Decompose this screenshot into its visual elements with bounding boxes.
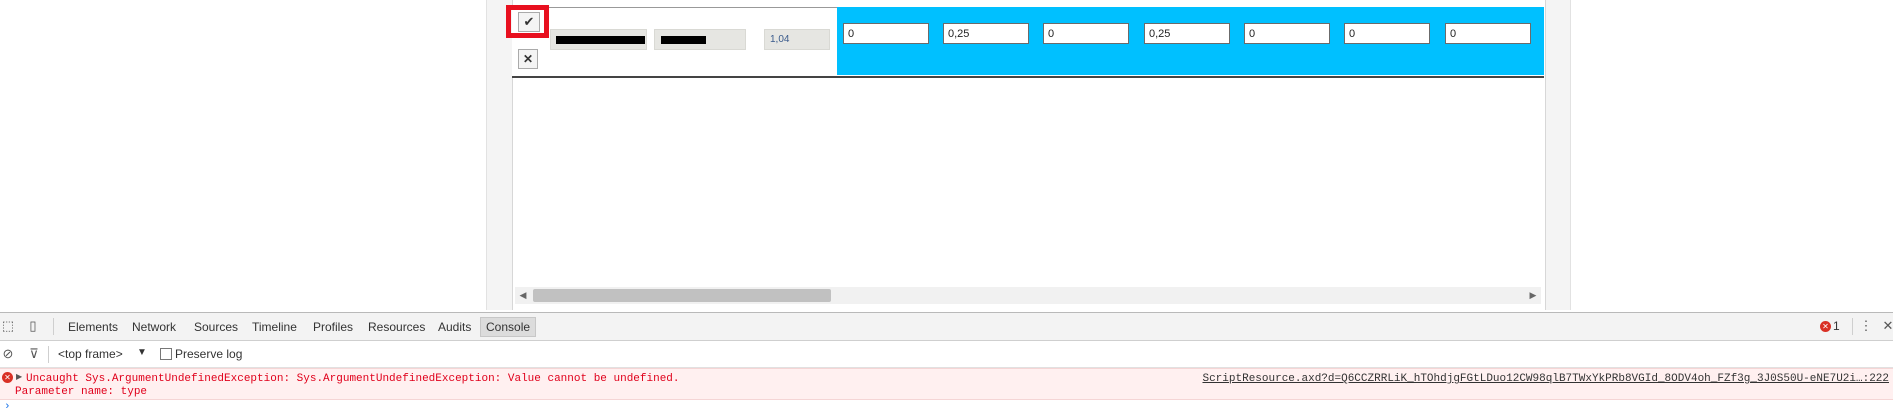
console-prompt-icon[interactable]: ›: [4, 401, 11, 413]
more-options-icon[interactable]: ⋮: [1858, 318, 1874, 334]
numeric-input-4[interactable]: [1144, 23, 1230, 44]
error-count-badge[interactable]: ✕ 1: [1820, 319, 1840, 333]
devtools-toolbar: ⬚ ▯ Elements Network Sources Timeline Pr…: [0, 313, 1893, 341]
close-devtools-icon[interactable]: ✕: [1880, 318, 1893, 334]
error-detail: Parameter name: type: [15, 386, 148, 398]
numeric-input-5[interactable]: [1244, 23, 1330, 44]
numeric-input-1[interactable]: [843, 23, 929, 44]
console-error-message: ✕ ▶ Uncaught Sys.ArgumentUndefinedExcept…: [0, 368, 1893, 400]
tab-audits[interactable]: Audits: [438, 319, 471, 335]
highlight-box: [506, 5, 549, 38]
cancel-close-icon[interactable]: ✕: [518, 49, 538, 69]
tab-resources[interactable]: Resources: [368, 319, 425, 335]
dropdown-arrow-icon[interactable]: ▼: [137, 347, 147, 358]
tab-sources[interactable]: Sources: [194, 319, 238, 335]
filter-icon[interactable]: ⊽: [26, 346, 42, 362]
numeric-input-2[interactable]: [943, 23, 1029, 44]
clear-console-icon[interactable]: ⊘: [0, 346, 16, 362]
redacted-cell-2: [654, 29, 746, 50]
inspect-element-icon[interactable]: ⬚: [0, 318, 16, 334]
numeric-input-7[interactable]: [1445, 23, 1531, 44]
console-filter-bar: ⊘ ⊽ <top frame> ▼ Preserve log: [0, 341, 1893, 368]
frame-select[interactable]: <top frame>: [58, 347, 123, 361]
scrollbar-thumb[interactable]: [533, 289, 831, 302]
redaction-bar: [661, 36, 706, 44]
numeric-input-6[interactable]: [1344, 23, 1430, 44]
toolbar-divider: [53, 318, 54, 335]
tab-elements[interactable]: Elements: [68, 319, 118, 335]
expand-triangle-icon[interactable]: ▶: [16, 372, 22, 381]
devtools-panel: ⬚ ▯ Elements Network Sources Timeline Pr…: [0, 312, 1893, 413]
numeric-input-3[interactable]: [1043, 23, 1129, 44]
tab-profiles[interactable]: Profiles: [313, 319, 353, 335]
tab-network[interactable]: Network: [132, 319, 176, 335]
device-mode-icon[interactable]: ▯: [25, 318, 41, 334]
tab-console[interactable]: Console: [480, 317, 537, 337]
toolbar-divider: [48, 346, 49, 363]
toolbar-divider: [1852, 318, 1853, 335]
error-text: Uncaught Sys.ArgumentUndefinedException:…: [26, 373, 680, 385]
horizontal-scrollbar[interactable]: ◀ ▶: [515, 287, 1541, 304]
source-link[interactable]: ScriptResource.axd?d=Q6CCZRRLiK_hTOhdjgF…: [1202, 373, 1889, 385]
tab-timeline[interactable]: Timeline: [252, 319, 297, 335]
redaction-bar: [556, 36, 645, 44]
scroll-left-icon[interactable]: ◀: [517, 289, 529, 302]
preserve-log-label: Preserve log: [175, 347, 243, 361]
value-cell: 1,04: [764, 29, 830, 50]
preserve-log-checkbox[interactable]: [160, 348, 172, 360]
redacted-cell-1: [550, 29, 647, 50]
scroll-right-icon[interactable]: ▶: [1527, 289, 1539, 302]
error-icon: ✕: [1820, 321, 1831, 333]
error-icon: ✕: [2, 372, 13, 383]
error-count: 1: [1833, 319, 1840, 333]
